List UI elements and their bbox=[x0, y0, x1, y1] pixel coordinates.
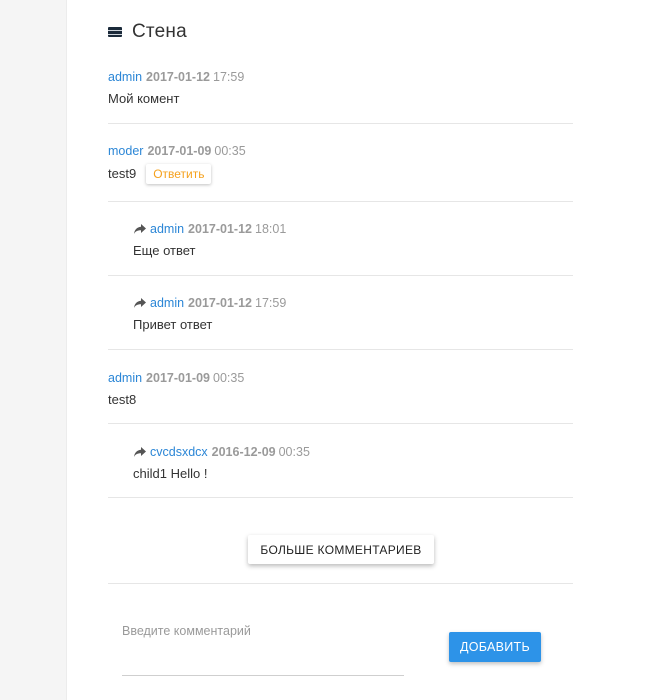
comment-date: 2016-12-09 bbox=[211, 445, 276, 459]
comment-author-link[interactable]: admin bbox=[150, 295, 184, 311]
comment-time: 00:35 bbox=[278, 445, 310, 459]
reply-arrow-icon bbox=[134, 224, 146, 234]
comment: moder 2017-01-09 00:35 test9 Ответить bbox=[108, 143, 573, 184]
wall-title: Стена bbox=[132, 21, 187, 42]
comment-input[interactable] bbox=[122, 620, 404, 638]
comment-meta: admin 2017-01-12 17:59 bbox=[133, 295, 573, 311]
comment-text: Мой комент bbox=[108, 91, 180, 106]
comment-date: 2017-01-09 bbox=[146, 371, 210, 385]
comment-time: 17:59 bbox=[213, 70, 245, 84]
comment-author-link[interactable]: admin bbox=[150, 221, 184, 237]
comment-time: 00:35 bbox=[213, 371, 245, 385]
comment-text: test8 bbox=[108, 392, 137, 407]
comment-author-link[interactable]: admin bbox=[108, 370, 142, 386]
comment-divider bbox=[108, 201, 573, 202]
comment-time: 00:35 bbox=[214, 144, 246, 158]
comment-time: 18:01 bbox=[255, 222, 287, 236]
comment-divider bbox=[108, 275, 573, 276]
reply-comment: cvcdsxdcx 2016-12-09 00:35 child1 Hello … bbox=[133, 444, 573, 483]
comment-meta: cvcdsxdcx 2016-12-09 00:35 bbox=[133, 444, 573, 460]
comment: admin 2017-01-12 17:59 Мой комент bbox=[108, 69, 573, 108]
comment-meta: admin 2017-01-12 18:01 bbox=[133, 221, 573, 237]
comment-meta: admin 2017-01-09 00:35 bbox=[108, 370, 573, 386]
left-sidebar bbox=[0, 0, 67, 700]
wall-header: Стена bbox=[108, 20, 187, 44]
comment-date: 2017-01-12 bbox=[188, 296, 252, 310]
add-comment-button[interactable]: ДОБАВИТЬ bbox=[449, 632, 541, 662]
comment-divider bbox=[108, 497, 573, 498]
section-divider bbox=[108, 583, 573, 584]
comment-time: 17:59 bbox=[255, 296, 287, 310]
comment-meta: admin 2017-01-12 17:59 bbox=[108, 69, 573, 85]
comment-text: Еще ответ bbox=[133, 243, 196, 258]
reply-arrow-icon bbox=[134, 447, 146, 457]
comment-body: test9 Ответить bbox=[108, 164, 573, 184]
load-more-comments-button[interactable]: БОЛЬШЕ КОММЕНТАРИЕВ bbox=[248, 535, 434, 564]
comment-text: test9 bbox=[108, 166, 137, 181]
reply-arrow-icon bbox=[134, 298, 146, 308]
comment-divider bbox=[108, 349, 573, 350]
reply-button[interactable]: Ответить bbox=[146, 164, 212, 184]
comment-text: Привет ответ bbox=[133, 317, 213, 332]
comment-date: 2017-01-12 bbox=[188, 222, 252, 236]
comment-author-link[interactable]: moder bbox=[108, 143, 143, 159]
comment-author-link[interactable]: admin bbox=[108, 69, 142, 85]
comment-divider bbox=[108, 123, 573, 124]
comment-text: child1 Hello ! bbox=[133, 466, 208, 481]
comment-date: 2017-01-12 bbox=[146, 70, 210, 84]
reply-comment: admin 2017-01-12 17:59 Привет ответ bbox=[133, 295, 573, 334]
comment: admin 2017-01-09 00:35 test8 bbox=[108, 370, 573, 409]
reply-comment: admin 2017-01-12 18:01 Еще ответ bbox=[133, 221, 573, 260]
comment-divider bbox=[108, 423, 573, 424]
comment-author-link[interactable]: cvcdsxdcx bbox=[150, 444, 208, 460]
comment-meta: moder 2017-01-09 00:35 bbox=[108, 143, 573, 159]
comment-input-wrapper bbox=[122, 620, 404, 676]
comment-date: 2017-01-09 bbox=[147, 144, 212, 158]
wall-icon bbox=[108, 27, 122, 37]
